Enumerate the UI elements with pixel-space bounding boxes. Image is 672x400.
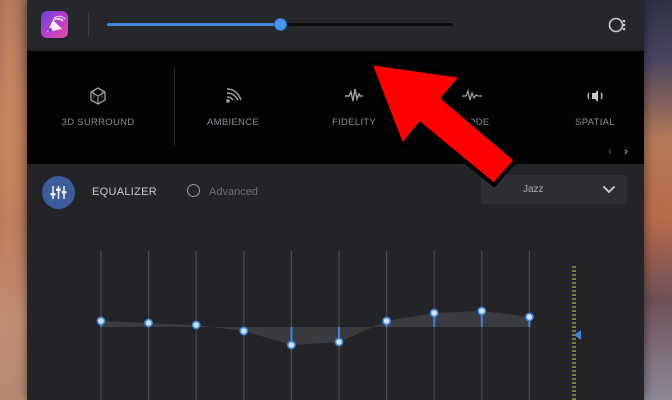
eq-curve-area [101,311,530,345]
audio-enhancer-window: 3D SURROUND AMBIENCE FIDELITY ʃ MODE SPA… [27,0,644,400]
desktop-wallpaper-left [0,0,28,400]
eq-band-knob[interactable] [524,312,534,322]
eq-band-knob[interactable] [239,326,249,336]
level-marker-icon[interactable] [574,330,582,340]
eq-band-slider[interactable] [239,251,249,400]
eq-band-slider[interactable] [334,251,344,400]
eq-band-knob[interactable] [334,337,344,347]
eq-band-knob[interactable] [382,316,391,326]
eq-band-slider[interactable] [286,251,296,400]
eq-band-slider[interactable] [144,251,153,400]
eq-band-knob[interactable] [191,320,201,330]
eq-band-knob[interactable] [429,308,439,318]
eq-band-knob[interactable] [477,306,487,316]
eq-band-knob[interactable] [96,316,106,326]
eq-band-knob[interactable] [144,318,153,328]
desktop-wallpaper-right [642,0,672,400]
eq-band-knob[interactable] [286,340,296,350]
equalizer-graph [96,251,534,400]
eq-band-slider[interactable] [191,251,201,400]
